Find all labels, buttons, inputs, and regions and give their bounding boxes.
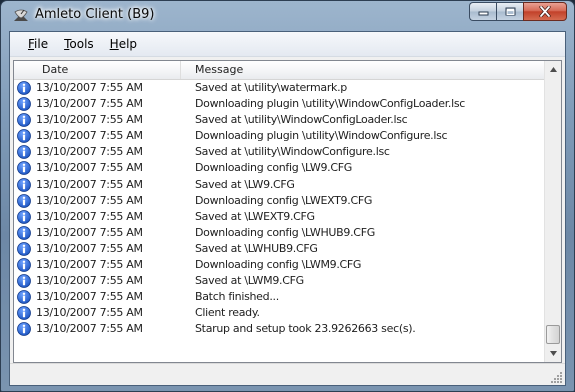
log-rows: 13/10/2007 7:55 AM Saved at \utility\wate… bbox=[14, 80, 544, 338]
vertical-scrollbar[interactable] bbox=[544, 61, 561, 362]
info-icon bbox=[17, 113, 31, 128]
cell-date: 13/10/2007 7:55 AM bbox=[36, 177, 143, 191]
title-bar[interactable]: Amleto Client (B9) bbox=[1, 1, 574, 31]
cell-message: Client ready. bbox=[195, 306, 260, 320]
menu-bar: File Tools Help bbox=[10, 32, 565, 57]
info-icon bbox=[17, 129, 31, 144]
cell-message: Saved at \LWM9.CFG bbox=[195, 274, 304, 288]
list-item[interactable]: 13/10/2007 7:55 AM Saved at \utility\Wind… bbox=[14, 144, 544, 160]
close-button[interactable] bbox=[523, 2, 567, 21]
cell-date: 13/10/2007 7:55 AM bbox=[36, 274, 143, 288]
cell-message: Downloading config \LWM9.CFG bbox=[195, 258, 362, 272]
cell-message: Saved at \utility\WindowConfigure.lsc bbox=[195, 145, 390, 159]
cell-date: 13/10/2007 7:55 AM bbox=[36, 322, 143, 336]
chevron-down-icon bbox=[549, 351, 557, 356]
scroll-thumb[interactable] bbox=[546, 325, 560, 344]
cell-date: 13/10/2007 7:55 AM bbox=[36, 290, 143, 304]
list-item[interactable]: 13/10/2007 7:55 AM Downloading config \LW… bbox=[14, 257, 544, 273]
list-item[interactable]: 13/10/2007 7:55 AM Downloading plugin \ut… bbox=[14, 128, 544, 144]
client-area: File Tools Help Date Message 13/10/2007 … bbox=[9, 31, 566, 386]
column-header-message[interactable]: Message bbox=[181, 61, 544, 79]
resize-grip-icon[interactable] bbox=[551, 371, 563, 383]
maximize-icon bbox=[505, 7, 515, 16]
cell-date: 13/10/2007 7:55 AM bbox=[36, 129, 143, 143]
cell-message: Downloading plugin \utility\WindowConfig… bbox=[195, 129, 448, 143]
cell-message: Downloading config \LWEXT9.CFG bbox=[195, 193, 373, 207]
minimize-button[interactable] bbox=[469, 2, 496, 21]
list-item[interactable]: 13/10/2007 7:55 AM Batch finished... bbox=[14, 289, 544, 305]
info-icon bbox=[17, 258, 31, 272]
cell-date: 13/10/2007 7:55 AM bbox=[36, 258, 143, 272]
cell-date: 13/10/2007 7:55 AM bbox=[36, 97, 143, 111]
list-header: Date Message bbox=[14, 61, 544, 80]
cell-message: Downloading plugin \utility\WindowConfig… bbox=[195, 97, 466, 111]
satellite-dish-icon bbox=[14, 9, 28, 21]
cell-message: Starup and setup took 23.9262663 sec(s). bbox=[195, 322, 416, 336]
menu-file-label: ile bbox=[34, 37, 49, 51]
cell-message: Saved at \LWEXT9.CFG bbox=[195, 209, 315, 223]
list-item[interactable]: 13/10/2007 7:55 AM Saved at \LWM9.CFG bbox=[14, 273, 544, 289]
cell-date: 13/10/2007 7:55 AM bbox=[36, 161, 143, 175]
cell-message: Downloading config \LW9.CFG bbox=[195, 161, 352, 175]
menu-help-mnemonic: H bbox=[109, 37, 119, 51]
list-item[interactable]: 13/10/2007 7:55 AM Saved at \LW9.CFG bbox=[14, 177, 544, 193]
minimize-icon bbox=[478, 11, 488, 16]
info-icon bbox=[17, 161, 31, 176]
list-item[interactable]: 13/10/2007 7:55 AM Downloading config \LW… bbox=[14, 193, 544, 209]
cell-date: 13/10/2007 7:55 AM bbox=[36, 225, 143, 239]
list-item[interactable]: 13/10/2007 7:55 AM Client ready. bbox=[14, 305, 544, 321]
cell-message: Batch finished... bbox=[195, 290, 279, 304]
status-bar bbox=[10, 363, 565, 385]
cell-date: 13/10/2007 7:55 AM bbox=[36, 193, 143, 207]
info-icon bbox=[17, 177, 31, 192]
list-item[interactable]: 13/10/2007 7:55 AM Downloading config \LW… bbox=[14, 225, 544, 241]
app-window: Amleto Client (B9) File Tools Help Date … bbox=[0, 0, 575, 392]
info-icon bbox=[17, 97, 31, 111]
cell-message: Saved at \utility\watermark.p bbox=[195, 81, 347, 94]
cell-message: Saved at \utility\WindowConfigLoader.lsc bbox=[195, 113, 408, 127]
cell-date: 13/10/2007 7:55 AM bbox=[36, 209, 143, 223]
menu-file[interactable]: File bbox=[20, 33, 56, 55]
info-icon bbox=[17, 322, 31, 337]
cell-date: 13/10/2007 7:55 AM bbox=[36, 113, 143, 127]
info-icon bbox=[17, 306, 31, 321]
menu-tools[interactable]: Tools bbox=[56, 33, 102, 55]
maximize-button[interactable] bbox=[496, 2, 523, 21]
list-item[interactable]: 13/10/2007 7:55 AM Starup and setup took … bbox=[14, 321, 544, 337]
info-icon bbox=[17, 81, 31, 95]
cell-date: 13/10/2007 7:55 AM bbox=[36, 81, 143, 94]
log-list[interactable]: Date Message 13/10/2007 7:55 AM Saved at … bbox=[13, 60, 562, 363]
menu-tools-label: ools bbox=[69, 37, 94, 51]
cell-date: 13/10/2007 7:55 AM bbox=[36, 241, 143, 255]
cell-date: 13/10/2007 7:55 AM bbox=[36, 145, 143, 159]
scroll-down-button[interactable] bbox=[545, 345, 561, 362]
cell-message: Downloading config \LWHUB9.CFG bbox=[195, 225, 375, 239]
info-icon bbox=[17, 290, 31, 305]
info-icon bbox=[17, 225, 31, 240]
list-item[interactable]: 13/10/2007 7:55 AM Saved at \utility\Wind… bbox=[14, 112, 544, 128]
close-icon bbox=[539, 6, 551, 17]
scroll-up-button[interactable] bbox=[545, 61, 561, 78]
info-icon bbox=[17, 145, 31, 160]
list-item[interactable]: 13/10/2007 7:55 AM Downloading plugin \ut… bbox=[14, 96, 544, 112]
list-item[interactable]: 13/10/2007 7:55 AM Saved at \LWEXT9.CFG bbox=[14, 209, 544, 225]
list-item[interactable]: 13/10/2007 7:55 AM Downloading config \LW… bbox=[14, 160, 544, 176]
cell-message: Saved at \LWHUB9.CFG bbox=[195, 241, 318, 255]
info-icon bbox=[17, 274, 31, 289]
caption-buttons bbox=[469, 2, 567, 22]
menu-help-label: elp bbox=[118, 37, 138, 51]
info-icon bbox=[17, 242, 31, 256]
cell-date: 13/10/2007 7:55 AM bbox=[36, 306, 143, 320]
info-icon bbox=[17, 209, 31, 224]
column-header-date[interactable]: Date bbox=[14, 61, 181, 79]
chevron-up-icon bbox=[549, 67, 557, 72]
list-item[interactable]: 13/10/2007 7:55 AM Saved at \LWHUB9.CFG bbox=[14, 241, 544, 257]
cell-message: Saved at \LW9.CFG bbox=[195, 177, 295, 191]
info-icon bbox=[17, 193, 31, 208]
menu-help[interactable]: Help bbox=[102, 33, 145, 55]
window-title: Amleto Client (B9) bbox=[35, 7, 155, 22]
list-item[interactable]: 13/10/2007 7:55 AM Saved at \utility\wate… bbox=[14, 80, 544, 96]
